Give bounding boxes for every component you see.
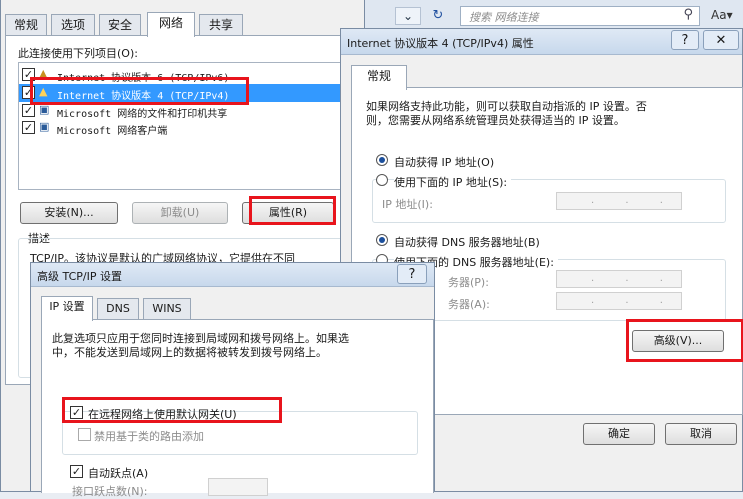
window-title: Internet 协议版本 4 (TCP/IPv4) 属性: [347, 37, 534, 50]
ok-button[interactable]: 确定: [583, 423, 655, 445]
auto-metric-checkbox[interactable]: ✓: [70, 465, 83, 478]
list-item[interactable]: ✓ ▣ Microsoft 网络的文件和打印机共享: [19, 103, 339, 120]
install-button[interactable]: 安装(N)...: [20, 202, 118, 224]
tab-network[interactable]: 网络: [147, 12, 195, 37]
auto-dns-label[interactable]: 自动获得 DNS 服务器地址(B): [394, 234, 540, 250]
uninstall-button[interactable]: 卸载(U): [132, 202, 228, 224]
tab-sharing[interactable]: 共享: [199, 14, 243, 36]
advanced-button[interactable]: 高级(V)...: [632, 330, 724, 352]
list-item-selected[interactable]: ✓ ▲ Internet 协议版本 4 (TCP/IPv4): [19, 84, 343, 102]
dns1-dots: . . .: [591, 273, 677, 284]
cancel-button[interactable]: 取消: [665, 423, 737, 445]
layout-icon: Aa▾: [711, 8, 733, 22]
class-route-label: 禁用基于类的路由添加: [94, 430, 204, 443]
manual-ip-label[interactable]: 使用下面的 IP 地址(S):: [394, 174, 512, 190]
connect-items-label: 此连接使用下列项目(O):: [18, 47, 138, 60]
client-label: Microsoft 网络客户端: [57, 126, 168, 137]
help-button[interactable]: ?: [671, 30, 699, 50]
network-protocol-icon: ▲: [39, 67, 48, 80]
interface-metric-field[interactable]: [208, 478, 268, 496]
alternate-dns-label: 务器(A):: [448, 298, 490, 311]
properties-button[interactable]: 属性(R): [242, 202, 334, 224]
tab-ip-settings[interactable]: IP 设置: [41, 296, 93, 321]
window-title: 高级 TCP/IP 设置: [37, 270, 122, 283]
component-list: ✓ ▲ Internet 协议版本 6 (TCP/IPv6) ✓ ▲ Inter…: [18, 62, 344, 190]
ip-address-label: IP 地址(I):: [382, 198, 433, 211]
tab-options[interactable]: 选项: [51, 14, 95, 36]
class-route-checkbox[interactable]: [78, 428, 91, 441]
auto-metric-label[interactable]: 自动跃点(A): [88, 465, 148, 481]
intro-line-2: 则，您需要从网络系统管理员处获得适当的 IP 设置。: [366, 114, 625, 127]
use-gateway-checkbox[interactable]: ✓: [70, 406, 83, 419]
client-checkbox[interactable]: ✓: [22, 121, 35, 134]
forward-refresh-icon[interactable]: ↻: [427, 6, 449, 26]
file-sharing-label: Microsoft 网络的文件和打印机共享: [57, 109, 228, 120]
ip-address-field[interactable]: . . .: [556, 192, 682, 210]
preferred-dns-field[interactable]: . . .: [556, 270, 682, 288]
network-protocol-icon: ▲: [39, 85, 48, 98]
list-item[interactable]: ✓ ▣ Microsoft 网络客户端: [19, 120, 339, 137]
file-sharing-checkbox[interactable]: ✓: [22, 104, 35, 117]
tab-security[interactable]: 安全: [99, 14, 141, 36]
ip-dots: . . .: [591, 195, 677, 206]
auto-dns-radio[interactable]: [376, 234, 388, 246]
auto-ip-label[interactable]: 自动获得 IP 地址(O): [394, 154, 494, 170]
ipv4-label: Internet 协议版本 4 (TCP/IPv4): [57, 91, 230, 102]
advanced-tcpip-window: 高级 TCP/IP 设置 ? IP 设置 DNS WINS 此复选项只应用于您同…: [30, 262, 435, 498]
search-icon: ⚲: [683, 7, 693, 22]
lan-tab-strip: 常规 选项 安全 网络 共享: [5, 12, 255, 37]
ipv6-checkbox[interactable]: ✓: [22, 68, 35, 81]
dns2-dots: . . .: [591, 295, 677, 306]
preferred-dns-label: 务器(P):: [448, 276, 489, 289]
list-item[interactable]: ✓ ▲ Internet 协议版本 6 (TCP/IPv6): [19, 67, 339, 84]
advanced-tab-page: 此复选项只应用于您同时连接到局域网和拨号网络上。如果选 中，不能发送到局域网上的…: [41, 319, 434, 498]
tab-wins[interactable]: WINS: [143, 298, 191, 320]
chevron-down-icon: ⌄: [402, 9, 414, 23]
search-placeholder: 搜索 网络连接: [469, 11, 539, 24]
tab-general[interactable]: 常规: [5, 14, 47, 36]
close-icon: ✕: [715, 33, 727, 48]
advanced-titlebar: 高级 TCP/IP 设置 ?: [31, 263, 434, 287]
alternate-dns-field[interactable]: . . .: [556, 292, 682, 310]
computer-network-icon: ▣: [39, 103, 50, 116]
manual-ip-radio[interactable]: [376, 174, 388, 186]
advanced-intro-2: 中，不能发送到局域网上的数据将被转发到拨号网络上。: [52, 346, 327, 359]
interface-metric-label: 接口跃点数(N):: [72, 485, 148, 498]
ipv6-label: Internet 协议版本 6 (TCP/IPv6): [57, 73, 230, 84]
close-button[interactable]: ✕: [703, 30, 739, 50]
advanced-tab-strip: IP 设置 DNS WINS: [41, 296, 211, 321]
auto-ip-radio[interactable]: [376, 154, 388, 166]
tab-general[interactable]: 常规: [351, 65, 407, 90]
refresh-button[interactable]: ⌄: [395, 7, 421, 25]
ipv4-titlebar: Internet 协议版本 4 (TCP/IPv4) 属性 ? ✕: [341, 29, 742, 55]
search-input[interactable]: 搜索 网络连接 ⚲: [460, 6, 700, 26]
tab-dns[interactable]: DNS: [97, 298, 139, 320]
computer-network-icon: ▣: [39, 120, 50, 133]
explorer-toolbar: ⌄ ↻ 搜索 网络连接 ⚲ Aa▾: [365, 0, 743, 30]
use-gateway-label[interactable]: 在远程网络上使用默认网关(U): [88, 406, 237, 422]
ipv4-checkbox[interactable]: ✓: [22, 86, 35, 99]
help-button[interactable]: ?: [397, 264, 427, 284]
